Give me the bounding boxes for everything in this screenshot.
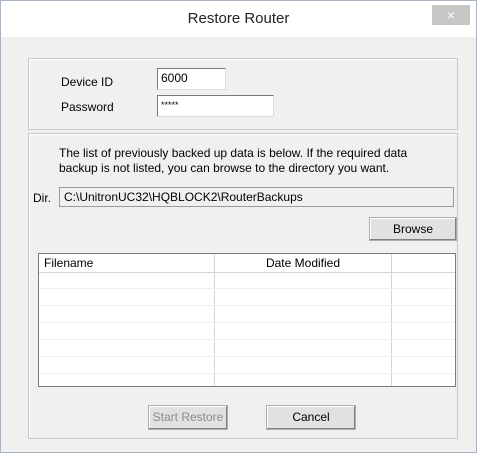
close-icon: × (446, 7, 456, 23)
device-id-field[interactable]: 6000 (157, 68, 226, 90)
column-header-extra[interactable] (392, 254, 455, 272)
backups-group: The list of previously backed up data is… (28, 133, 458, 439)
directory-path-field[interactable]: C:\UnitronUC32\HQBLOCK2\RouterBackups (59, 187, 454, 207)
backup-files-list[interactable]: Filename Date Modified (38, 253, 456, 387)
row-gridline (39, 339, 455, 340)
list-header: Filename Date Modified (39, 254, 455, 273)
title-bar: Restore Router × (1, 1, 476, 37)
column-header-filename[interactable]: Filename (44, 254, 93, 272)
column-header-date-modified[interactable]: Date Modified (215, 254, 391, 272)
credentials-group: Device ID 6000 Password ***** (28, 58, 458, 130)
password-field[interactable]: ***** (157, 95, 274, 117)
row-gridline (39, 305, 455, 306)
browse-button[interactable]: Browse (369, 217, 457, 241)
start-restore-button[interactable]: Start Restore (148, 405, 228, 430)
dialog-title: Restore Router (187, 10, 290, 27)
dialog-client-area: Device ID 6000 Password ***** The list o… (7, 37, 470, 446)
close-button[interactable]: × (432, 5, 470, 25)
row-gridline (39, 373, 455, 374)
cancel-button[interactable]: Cancel (266, 405, 356, 430)
device-id-label: Device ID (61, 75, 114, 89)
row-gridline (39, 356, 455, 357)
column-divider (391, 254, 392, 386)
row-gridline (39, 322, 455, 323)
restore-router-dialog: Restore Router × Device ID 6000 Password… (0, 0, 477, 453)
column-divider (214, 254, 215, 386)
password-label: Password (61, 100, 114, 114)
backups-description: The list of previously backed up data is… (59, 146, 408, 175)
row-gridline (39, 288, 455, 289)
dir-label: Dir. (33, 191, 51, 205)
